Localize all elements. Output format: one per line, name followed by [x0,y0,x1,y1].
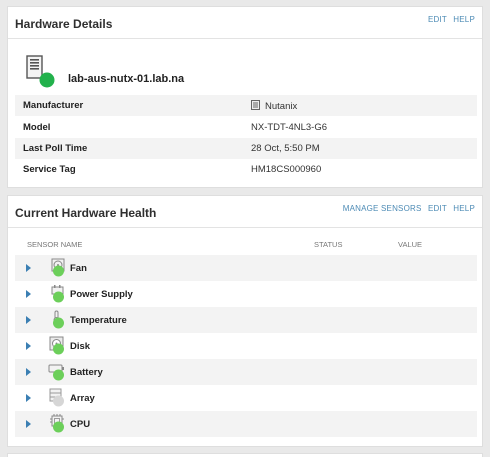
detail-row-model: Model NX-TDT-4NL3-G6 [15,117,477,138]
fan-icon [51,258,65,277]
sensor-label: Fan [70,263,87,274]
detail-row-last-poll-time: Last Poll Time 28 Oct, 5:50 PM [15,138,477,159]
panel-title: Current Hardware Health [15,206,157,220]
column-header-sensor-name[interactable]: SENSOR NAME [27,240,82,249]
device-summary: lab-aus-nutx-01.lab.na [8,40,482,95]
sensor-label: Disk [70,341,91,352]
column-header-value[interactable]: VALUE [398,240,422,249]
sensor-row-temperature[interactable]: Temperature [15,307,477,333]
power-supply-icon [51,285,64,303]
detail-label: Model [23,122,51,133]
manage-sensors-link[interactable]: MANAGE SENSORS [343,204,422,213]
model-value: NX-TDT-4NL3-G6 [251,122,328,133]
panel-actions: MANAGE SENSORS EDIT HELP [339,204,475,213]
vendor-icon [251,100,260,110]
expand-arrow-icon[interactable] [26,342,31,350]
sensor-row-cpu[interactable]: CPU [15,411,477,437]
sensor-label: Temperature [70,315,127,326]
detail-row-service-tag: Service Tag HM18CS000960 [15,159,477,180]
thermometer-icon [53,310,64,329]
sensor-row-power-supply[interactable]: Power Supply [15,281,477,307]
detail-label: Last Poll Time [23,143,88,154]
array-icon [49,388,64,407]
detail-value: Nutanix [251,100,297,112]
sensor-label: Array [70,393,95,404]
panel-header: Current Hardware Health MANAGE SENSORS E… [8,196,482,228]
detail-label: Manufacturer [23,100,84,111]
panel-actions: EDIT HELP [424,15,475,24]
help-link[interactable]: HELP [453,15,475,24]
status-up-icon [39,72,55,88]
device-name: lab-aus-nutx-01.lab.na [68,73,185,85]
column-headers: SENSOR NAME STATUS VALUE [8,240,482,254]
hardware-details-panel: Hardware Details EDIT HELP lab-aus-nutx-… [7,6,483,188]
manufacturer-value: Nutanix [265,101,298,112]
sensor-label: Battery [70,367,103,378]
sensor-row-battery[interactable]: Battery [15,359,477,385]
sensor-row-array[interactable]: Array [15,385,477,411]
next-panel-edge [7,453,483,457]
expand-arrow-icon[interactable] [26,394,31,402]
expand-arrow-icon[interactable] [26,264,31,272]
expand-arrow-icon[interactable] [26,316,31,324]
sensor-row-fan[interactable]: Fan [15,255,477,281]
expand-arrow-icon[interactable] [26,290,31,298]
hardware-health-panel: Current Hardware Health MANAGE SENSORS E… [7,195,483,447]
column-header-status[interactable]: STATUS [314,240,342,249]
sensor-row-disk[interactable]: Disk [15,333,477,359]
edit-link[interactable]: EDIT [428,15,447,24]
last-poll-time-value: 28 Oct, 5:50 PM [251,143,320,154]
detail-row-manufacturer: Manufacturer Nutanix [15,95,477,116]
cpu-icon [50,414,64,433]
service-tag-value: HM18CS000960 [251,164,322,175]
battery-icon [48,364,64,381]
expand-arrow-icon[interactable] [26,368,31,376]
edit-link[interactable]: EDIT [428,204,447,213]
disk-icon [49,336,64,355]
sensor-label: Power Supply [70,289,133,300]
help-link[interactable]: HELP [453,204,475,213]
expand-arrow-icon[interactable] [26,420,31,428]
panel-title: Hardware Details [15,17,113,31]
panel-header: Hardware Details EDIT HELP [8,7,482,39]
sensor-label: CPU [70,419,91,430]
detail-label: Service Tag [23,164,76,175]
